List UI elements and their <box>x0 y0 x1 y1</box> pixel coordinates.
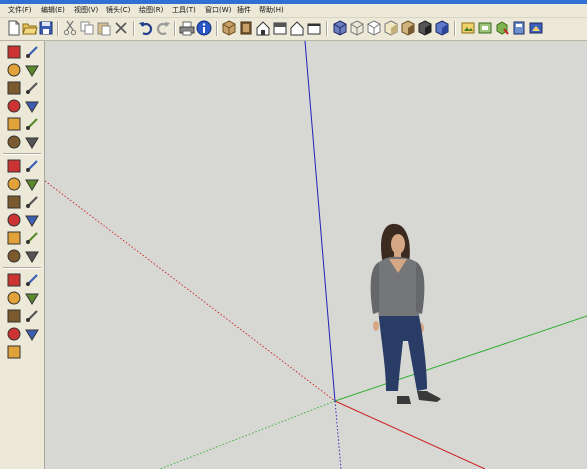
orbit-icon[interactable] <box>6 272 22 288</box>
toolbar-separator <box>326 21 328 36</box>
components-icon[interactable] <box>477 20 493 36</box>
shaded-icon[interactable] <box>383 20 399 36</box>
red-axis-negative <box>45 180 336 402</box>
green-axis-negative <box>159 400 336 469</box>
polygon-icon[interactable] <box>6 116 22 132</box>
component-icon[interactable] <box>24 44 40 60</box>
menu-camera[interactable]: 镜头(C) <box>105 5 131 16</box>
copy-icon[interactable] <box>79 20 95 36</box>
left-toolbar <box>0 41 45 469</box>
menu-file[interactable]: 文件(F) <box>7 5 33 16</box>
get-models-icon[interactable] <box>494 20 510 36</box>
toolbar-separator <box>216 21 218 36</box>
zoom-icon[interactable] <box>6 290 22 306</box>
position-camera-icon[interactable] <box>6 326 22 342</box>
menu-edit[interactable]: 编辑(E) <box>40 5 66 16</box>
rectangle-icon[interactable] <box>6 80 22 96</box>
paint-bucket-icon[interactable] <box>6 62 22 78</box>
push-pull-icon[interactable] <box>24 134 40 150</box>
move-icon[interactable] <box>6 134 22 150</box>
zoom-window-icon[interactable] <box>24 290 40 306</box>
menu-tools[interactable]: 工具(T) <box>171 5 197 16</box>
menu-help[interactable]: 帮助(H) <box>258 5 285 16</box>
section-display-icon[interactable] <box>24 248 40 264</box>
toolbar-separator <box>3 153 41 155</box>
monochrome-icon[interactable] <box>417 20 433 36</box>
dimension-icon[interactable] <box>24 194 40 210</box>
toolbar-separator <box>133 21 135 36</box>
shaded-textures-icon[interactable] <box>400 20 416 36</box>
green-axis <box>334 315 587 402</box>
circle-icon[interactable] <box>6 98 22 114</box>
line-icon[interactable] <box>24 80 40 96</box>
menu-plugins[interactable]: 插件 <box>236 5 252 16</box>
toolbar-separator <box>174 21 176 36</box>
top-view-icon[interactable] <box>238 20 254 36</box>
pan-icon[interactable] <box>24 272 40 288</box>
hidden-line-icon[interactable] <box>366 20 382 36</box>
extension-icon[interactable] <box>511 20 527 36</box>
menu-window[interactable]: 窗口(W) <box>204 5 232 16</box>
warehouse-icon[interactable] <box>434 20 450 36</box>
tape-measure-icon[interactable] <box>6 194 22 210</box>
blue-axis <box>304 41 336 402</box>
3d-viewport[interactable] <box>45 41 587 469</box>
menu-bar: 文件(F) 编辑(E) 视图(V) 镜头(C) 绘图(R) 工具(T) 窗口(W… <box>0 4 587 18</box>
walk-icon[interactable] <box>24 326 40 342</box>
save-icon[interactable] <box>38 20 54 36</box>
previous-view-icon[interactable] <box>24 308 40 324</box>
new-icon[interactable] <box>6 20 22 36</box>
offset-icon[interactable] <box>24 176 40 192</box>
scale-icon[interactable] <box>6 176 22 192</box>
layers-icon[interactable] <box>528 20 544 36</box>
menu-draw[interactable]: 绘图(R) <box>138 5 164 16</box>
cut-icon[interactable] <box>62 20 78 36</box>
freehand-icon[interactable] <box>24 116 40 132</box>
select-icon[interactable] <box>6 44 22 60</box>
menu-view[interactable]: 视图(V) <box>73 5 99 16</box>
erase-icon[interactable] <box>113 20 129 36</box>
iso-view-icon[interactable] <box>221 20 237 36</box>
redo-icon[interactable] <box>155 20 171 36</box>
share-model-icon[interactable] <box>460 20 476 36</box>
right-view-icon[interactable] <box>272 20 288 36</box>
open-icon[interactable] <box>22 20 38 36</box>
print-icon[interactable] <box>179 20 195 36</box>
model-info-icon[interactable] <box>196 20 212 36</box>
toolbar-separator <box>3 267 41 269</box>
blue-axis-negative <box>334 400 342 469</box>
axes-icon[interactable] <box>6 230 22 246</box>
left-view-icon[interactable] <box>306 20 322 36</box>
toolbar-separator <box>454 21 456 36</box>
back-view-icon[interactable] <box>289 20 305 36</box>
xray-icon[interactable] <box>332 20 348 36</box>
main-toolbar <box>0 18 587 41</box>
undo-icon[interactable] <box>138 20 154 36</box>
paste-icon[interactable] <box>96 20 112 36</box>
text-icon[interactable] <box>24 212 40 228</box>
follow-me-icon[interactable] <box>24 158 40 174</box>
protractor-icon[interactable] <box>6 212 22 228</box>
zoom-extents-icon[interactable] <box>6 308 22 324</box>
front-view-icon[interactable] <box>255 20 271 36</box>
arc-icon[interactable] <box>24 98 40 114</box>
red-axis <box>334 400 486 469</box>
section-plane-icon[interactable] <box>6 248 22 264</box>
scene-canvas <box>45 41 587 469</box>
3d-text-icon[interactable] <box>24 230 40 246</box>
toolbar-separator <box>57 21 59 36</box>
wireframe-icon[interactable] <box>349 20 365 36</box>
eraser-icon[interactable] <box>24 62 40 78</box>
look-around-icon[interactable] <box>6 344 22 360</box>
rotate-icon[interactable] <box>6 158 22 174</box>
